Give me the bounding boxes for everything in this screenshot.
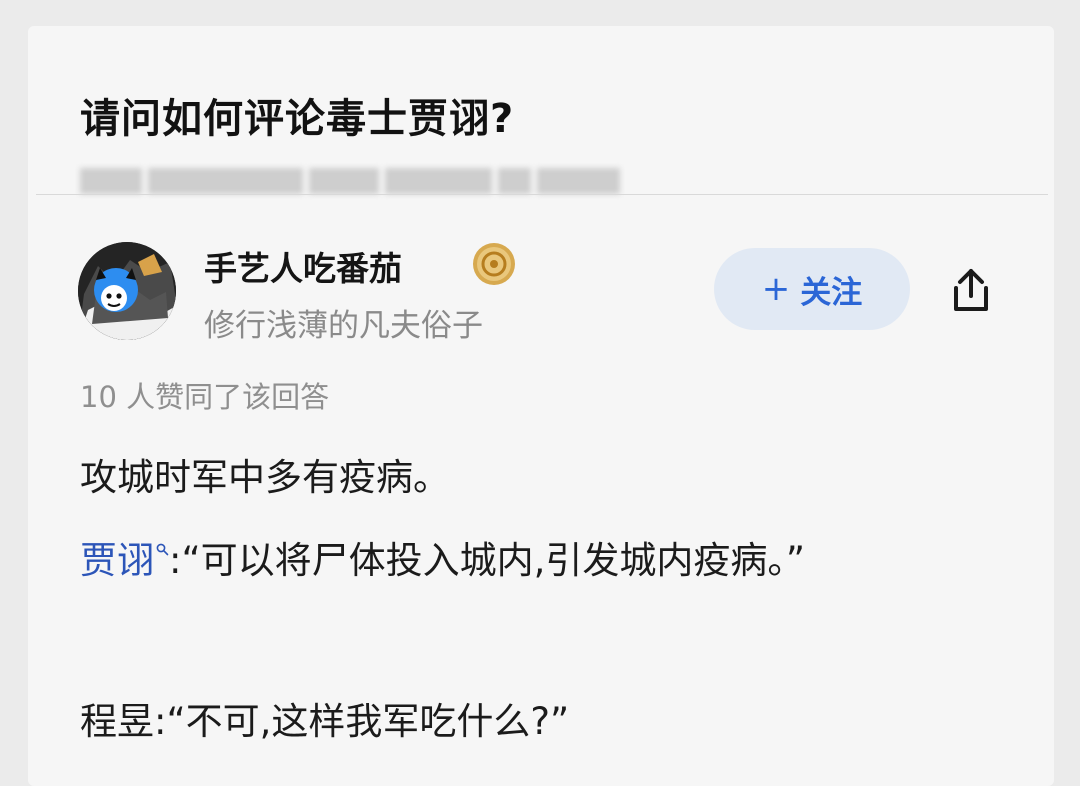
avatar-image xyxy=(78,242,176,340)
answer-card: 请问如何评论毒士贾诩? 手艺人吃番茄 修行浅薄的凡夫俗子 + 关注 10 人赞同… xyxy=(28,26,1054,786)
author-name[interactable]: 手艺人吃番茄 xyxy=(204,242,402,290)
share-icon[interactable] xyxy=(944,262,998,316)
answer-paragraph-3: 程昱:“不可,这样我军吃什么?” xyxy=(80,700,570,743)
author-bio: 修行浅薄的凡夫俗子 xyxy=(204,308,483,344)
upvote-count: 10 人赞同了该回答 xyxy=(80,380,330,414)
answer-paragraph-2: 贾诩 :“可以将尸体投入城内,引发城内疫病。” xyxy=(80,529,980,593)
follow-button[interactable]: + 关注 xyxy=(714,248,910,330)
divider xyxy=(36,194,1048,195)
blurred-question-meta xyxy=(80,168,621,194)
plus-icon: + xyxy=(761,269,791,309)
avatar[interactable] xyxy=(78,242,176,340)
person-link-jiaxu[interactable]: 贾诩 xyxy=(80,539,154,582)
badge-icon[interactable] xyxy=(472,242,516,286)
answer-paragraph-2-text: :“可以将尸体投入城内,引发城内疫病。” xyxy=(169,539,806,582)
answer-paragraph-1: 攻城时军中多有疫病。 xyxy=(80,456,450,499)
search-icon[interactable] xyxy=(156,543,169,556)
question-title[interactable]: 请问如何评论毒士贾诩? xyxy=(80,86,514,144)
follow-label: 关注 xyxy=(800,274,863,311)
